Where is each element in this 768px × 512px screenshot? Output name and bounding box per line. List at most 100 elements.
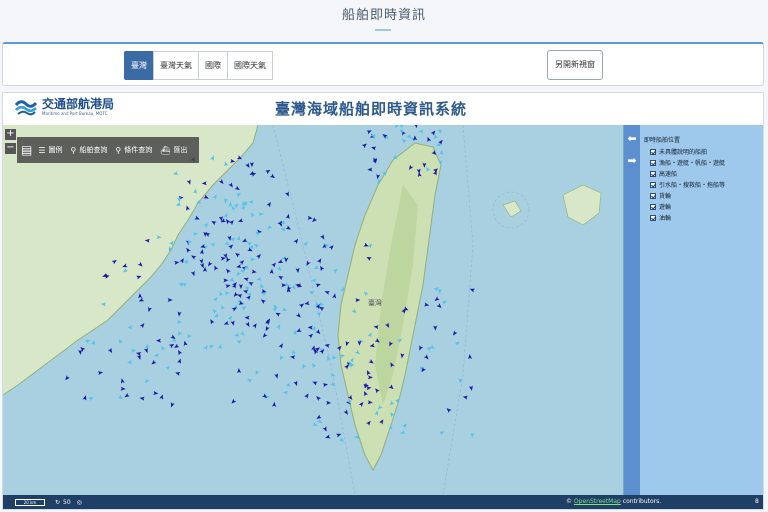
ship-marker (145, 378, 150, 384)
ship-marker (295, 312, 301, 318)
ship-marker (183, 259, 189, 265)
ship-marker (168, 344, 175, 349)
ship-marker (231, 398, 237, 404)
ship-marker (429, 344, 435, 350)
refresh-icon[interactable]: ↻ (55, 499, 60, 506)
panel-toggle-strip: ⬅ ➡ (624, 125, 640, 495)
osm-link[interactable]: OpenStreetMap (574, 498, 621, 505)
map-frame: 交通部航港局 Maritime and Port Bureau, MOTC 臺灣… (2, 92, 764, 510)
ship-marker (225, 218, 231, 225)
attribution-suffix: contributors. (622, 498, 662, 505)
legend-item-pilot[interactable]: 引水船・搜救船・拖船等 (650, 180, 762, 189)
legend-item-cargo[interactable]: 貨輪 (650, 191, 762, 200)
checkbox-icon[interactable] (650, 203, 656, 210)
legend-item-label: 油輪 (659, 215, 672, 222)
legend-item-unspecified[interactable]: 未具體說明的船舶 (650, 147, 762, 156)
checkbox-icon[interactable] (650, 148, 656, 155)
checkbox-icon[interactable] (650, 181, 656, 188)
ship-marker (311, 362, 317, 369)
ship-marker (230, 320, 235, 326)
ship-marker (228, 244, 234, 250)
ship-marker (336, 433, 342, 438)
export-label: 匯出 (173, 146, 188, 154)
ship-marker (203, 223, 209, 229)
ship-marker (210, 243, 216, 247)
legend-body: 即時船舶位置 未具體說明的船舶 漁船・遊艇・帆船・遊艇 高速船 引水船・搜救船・… (644, 135, 762, 224)
map-canvas[interactable]: 臺灣 + − ▤ ☰ 圖例 ⚲ 船舶查詢 ⚲ 條件查詢 ⛴ 匯出 (3, 125, 623, 495)
ship-marker (233, 203, 239, 209)
tab-taiwan[interactable]: 臺灣 (124, 51, 154, 80)
ship-marker (315, 329, 321, 335)
legend-item-highspeed[interactable]: 高速船 (650, 169, 762, 178)
export-tool[interactable]: ⛴ 匯出 (160, 145, 187, 155)
legend-item-cruise[interactable]: 遊輪 (650, 202, 762, 211)
ship-marker (413, 125, 418, 129)
ship-marker (235, 192, 242, 198)
ship-marker (433, 325, 438, 331)
ship-marker (402, 423, 407, 429)
ship-marker (84, 339, 91, 344)
ship-marker (312, 381, 318, 386)
zoom-out-button[interactable]: − (5, 143, 16, 154)
ship-marker (256, 276, 262, 281)
ship-marker (361, 143, 367, 149)
legend-item-fishing[interactable]: 漁船・遊艇・帆船・遊艇 (650, 158, 762, 167)
checkbox-icon[interactable] (650, 192, 656, 199)
tab-taiwan-weather[interactable]: 臺灣天氣 (153, 51, 199, 80)
ship-marker (165, 365, 170, 371)
ship-marker (328, 245, 334, 251)
ship-marker (266, 201, 271, 208)
ship-marker (238, 284, 243, 290)
ship-marker (470, 432, 475, 438)
ship-marker (434, 296, 440, 302)
open-new-window-button[interactable]: 另開新視窗 (547, 50, 603, 80)
layers-icon[interactable]: ▤ (21, 143, 32, 157)
ship-marker (130, 348, 137, 353)
ship-icon: ⛴ (160, 145, 171, 155)
tab-international-weather[interactable]: 國際天氣 (227, 51, 273, 80)
checkbox-icon[interactable] (650, 159, 656, 166)
title-underline (375, 29, 391, 31)
zoom-in-button[interactable]: + (5, 129, 16, 140)
ship-marker (406, 134, 412, 138)
ship-marker (401, 138, 407, 144)
ship-marker (177, 358, 182, 364)
condition-search-tool[interactable]: ⚲ 條件查詢 (115, 145, 152, 155)
arrow-right-icon[interactable]: ➡ (626, 155, 638, 167)
ship-marker (212, 194, 217, 200)
ship-marker (223, 213, 228, 219)
ship-search-tool[interactable]: ⚲ 船舶查詢 (71, 145, 108, 155)
ship-marker (419, 345, 424, 351)
ship-marker (269, 268, 274, 274)
ship-marker (237, 368, 242, 374)
ship-marker (260, 299, 267, 305)
ship-marker (224, 291, 230, 296)
arrow-left-icon[interactable]: ⬅ (626, 133, 638, 145)
checkbox-icon[interactable] (650, 170, 656, 177)
ship-marker (210, 319, 215, 325)
ship-marker (227, 315, 233, 321)
ship-marker (239, 330, 245, 337)
ship-search-label: 船舶查詢 (79, 146, 108, 154)
ship-marker (290, 355, 296, 360)
ship-marker (366, 130, 372, 135)
ship-marker (183, 340, 188, 346)
ship-marker (284, 191, 289, 197)
legend-tool[interactable]: ☰ 圖例 (38, 145, 62, 155)
ship-marker (161, 345, 166, 351)
ship-marker (258, 212, 264, 217)
ship-marker (235, 253, 241, 258)
ship-marker (252, 323, 257, 329)
drop-icon[interactable]: ◎ (77, 499, 82, 506)
legend-item-tanker[interactable]: 油輪 (650, 213, 762, 222)
ship-marker (178, 330, 183, 337)
ship-marker (236, 235, 241, 242)
taiwan-place-label: 臺灣 (368, 298, 382, 307)
checkbox-icon[interactable] (650, 214, 656, 221)
ship-marker (316, 258, 322, 264)
system-title: 臺灣海域船舶即時資訊系統 (274, 100, 467, 118)
ship-marker (430, 130, 436, 136)
legend-item-label: 遊輪 (659, 204, 672, 211)
filter-search-icon: ⚲ (115, 145, 122, 155)
tab-international[interactable]: 國際 (198, 51, 228, 80)
